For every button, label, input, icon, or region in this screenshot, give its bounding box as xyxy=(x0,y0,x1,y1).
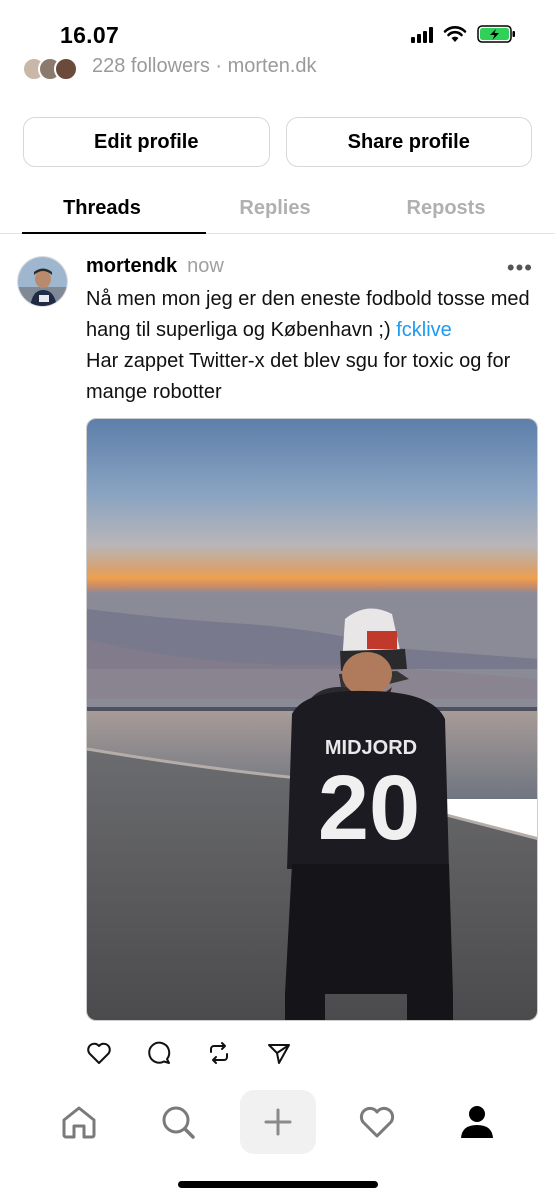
shirt-number: 20 xyxy=(318,757,420,859)
share-button[interactable] xyxy=(266,1040,292,1066)
comment-button[interactable] xyxy=(146,1040,172,1066)
nav-search[interactable] xyxy=(140,1090,216,1154)
post-image[interactable]: MIDJORD 20 xyxy=(86,418,538,1021)
share-profile-button[interactable]: Share profile xyxy=(285,117,532,167)
avatar[interactable] xyxy=(17,256,68,307)
search-icon xyxy=(162,1106,195,1139)
shirt-name: MIDJORD xyxy=(325,737,417,759)
tab-threads[interactable]: Threads xyxy=(0,184,206,234)
battery-charging-icon xyxy=(477,25,515,43)
post-text-line1: Nå men mon jeg er den eneste fodbold tos… xyxy=(86,288,530,341)
post-hashtag[interactable]: fcklive xyxy=(396,319,452,341)
followers-text: 228 followers · morten.dk xyxy=(92,56,317,77)
like-button[interactable] xyxy=(86,1040,112,1066)
comment-icon xyxy=(148,1041,171,1064)
heart-icon xyxy=(87,1042,111,1064)
plus-icon xyxy=(264,1108,292,1136)
profile-buttons: Edit profile Share profile xyxy=(23,117,532,167)
edit-profile-button[interactable]: Edit profile xyxy=(23,117,270,167)
avatar-photo xyxy=(18,257,67,306)
nav-activity[interactable] xyxy=(339,1090,415,1154)
repost-icon xyxy=(210,1042,228,1064)
tab-replies[interactable]: Replies xyxy=(204,184,346,233)
send-icon xyxy=(268,1044,290,1064)
profile-icon xyxy=(461,1106,493,1138)
followers-row[interactable]: 228 followers · morten.dk xyxy=(22,56,317,90)
profile-tabs: Threads Replies Reposts xyxy=(0,184,555,234)
home-indicator xyxy=(178,1181,378,1188)
post-actions xyxy=(86,1040,292,1066)
bottom-navigation xyxy=(0,1090,555,1154)
beach-sunset-photo: MIDJORD 20 xyxy=(87,419,537,1020)
repost-button[interactable] xyxy=(206,1040,232,1066)
wifi-icon xyxy=(443,26,467,42)
post-timestamp: now xyxy=(187,255,224,277)
nav-new-thread[interactable] xyxy=(240,1090,316,1154)
nav-profile[interactable] xyxy=(439,1090,515,1154)
cellular-signal-icon xyxy=(411,25,433,43)
status-bar: 16.07 xyxy=(0,0,555,56)
home-icon xyxy=(62,1106,96,1139)
post-username[interactable]: mortendk xyxy=(86,255,177,278)
nav-home[interactable] xyxy=(41,1090,117,1154)
follower-avatar xyxy=(54,57,78,81)
more-options-icon[interactable]: ••• xyxy=(507,255,533,281)
tab-reposts[interactable]: Reposts xyxy=(346,184,546,233)
post-header: mortendk now ••• xyxy=(86,255,535,281)
follower-avatars xyxy=(22,57,78,81)
post-text-line2: Har zappet Twitter-x det blev sgu for to… xyxy=(86,350,511,403)
status-icons xyxy=(411,24,517,44)
status-time: 16.07 xyxy=(60,22,120,48)
heart-icon xyxy=(359,1106,395,1138)
post-text: Nå men mon jeg er den eneste fodbold tos… xyxy=(86,284,541,408)
